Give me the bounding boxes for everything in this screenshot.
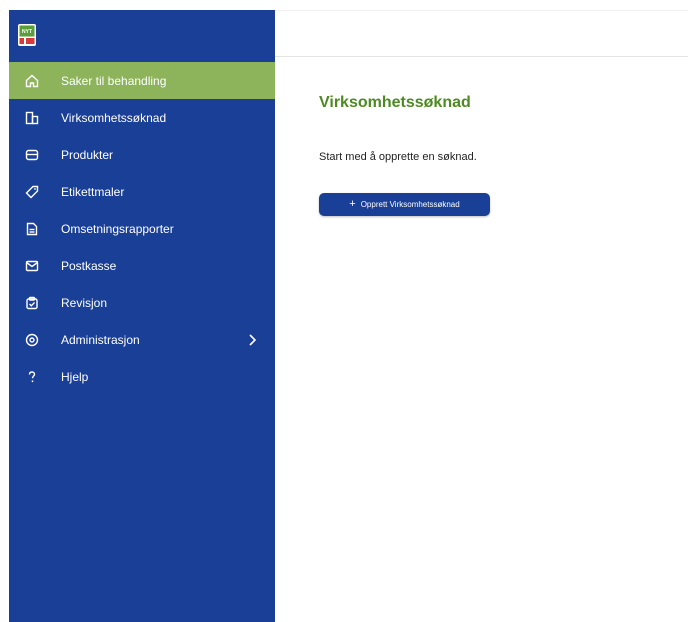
sidebar-item-label: Postkasse [61,258,117,273]
sidebar-item-etikettmaler[interactable]: Etikettmaler [9,173,275,210]
settings-icon [25,333,39,347]
sidebar-item-omsetningsrapporter[interactable]: Omsetningsrapporter [9,210,275,247]
plus-icon: + [349,198,356,210]
tag-icon [25,185,39,199]
home-icon [25,74,39,88]
sidebar: NYT Saker til behandling Virksomhetssøkn… [9,10,275,622]
sidebar-item-virksomhetssoknad[interactable]: Virksomhetssøknad [9,99,275,136]
document-icon [25,222,39,236]
sidebar-item-label: Hjelp [61,369,89,384]
sidebar-item-hjelp[interactable]: Hjelp [9,358,275,395]
chevron-right-icon[interactable] [247,333,257,347]
building-icon [25,111,39,125]
sidebar-item-label: Omsetningsrapporter [61,221,174,236]
sidebar-item-label: Administrasjon [61,332,140,347]
logo-icon: NYT [18,24,36,46]
sidebar-item-revisjon[interactable]: Revisjon [9,284,275,321]
sidebar-item-label: Revisjon [61,295,108,310]
box-icon [25,148,39,162]
sidebar-item-produkter[interactable]: Produkter [9,136,275,173]
sidebar-item-saker-til-behandling[interactable]: Saker til behandling [9,62,275,99]
sidebar-item-administrasjon[interactable]: Administrasjon [9,321,275,358]
clipboard-check-icon [25,296,39,310]
header-top-divider [275,10,688,11]
header-divider [275,56,688,57]
svg-text:NYT: NYT [22,29,32,35]
create-application-button-label: Opprett Virksomhetssøknad [360,200,460,209]
question-icon [25,370,39,384]
page-title: Virksomhetssøknad [319,94,471,111]
create-application-button[interactable]: + Opprett Virksomhetssøknad [319,193,490,216]
logo: NYT [18,24,36,46]
mail-icon [25,259,39,273]
sidebar-item-label: Saker til behandling [61,73,167,88]
sidebar-item-postkasse[interactable]: Postkasse [9,247,275,284]
app-window: NYT Saker til behandling Virksomhetssøkn… [0,0,688,622]
page-subtitle: Start med å opprette en søknad. [319,151,477,163]
sidebar-item-label: Produkter [61,147,114,162]
sidebar-item-label: Etikettmaler [61,184,125,199]
sidebar-nav: Saker til behandling Virksomhetssøknad P… [9,62,275,395]
sidebar-item-label: Virksomhetssøknad [61,110,167,125]
